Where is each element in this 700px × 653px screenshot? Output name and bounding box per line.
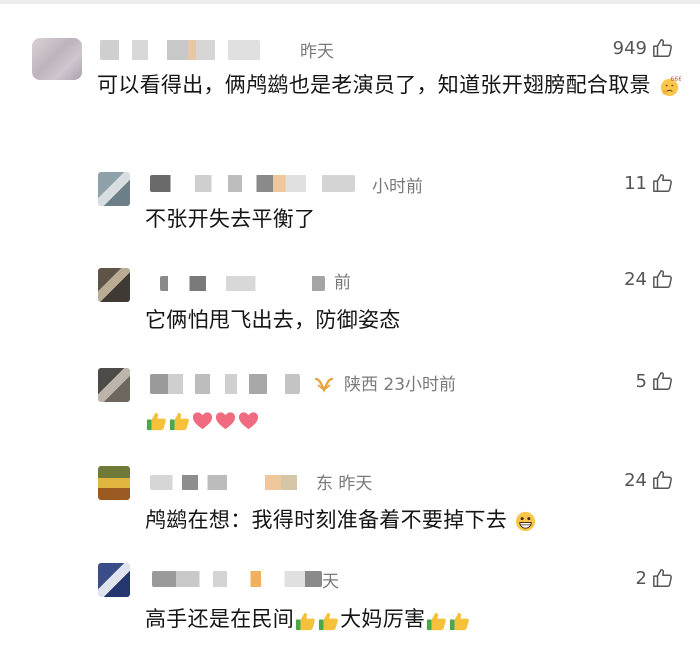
comment-time: 天 bbox=[322, 572, 339, 592]
thumbs-up-emoji bbox=[296, 612, 315, 630]
like-button[interactable]: 2 bbox=[636, 567, 674, 589]
heart-emoji bbox=[238, 411, 259, 429]
comment-time: 东 昨天 bbox=[316, 474, 373, 494]
svg-text:666: 666 bbox=[670, 76, 681, 82]
avatar[interactable] bbox=[98, 563, 130, 597]
thumbs-up-icon bbox=[653, 270, 672, 288]
thumbs-up-icon bbox=[653, 39, 672, 57]
like-count: 24 bbox=[624, 469, 647, 491]
like-button[interactable]: 5 bbox=[636, 370, 674, 392]
grinning-face-emoji bbox=[516, 511, 536, 531]
heart-emoji bbox=[192, 411, 213, 429]
heart-emoji bbox=[215, 411, 236, 429]
like-button[interactable]: 24 bbox=[624, 469, 674, 491]
avatar[interactable] bbox=[98, 172, 130, 206]
thumbs-up-icon bbox=[653, 569, 672, 587]
username-blurred[interactable] bbox=[160, 276, 325, 291]
like-count: 5 bbox=[635, 370, 647, 392]
thumbs-up-emoji bbox=[146, 412, 166, 430]
comment-time: 陕西 23小时前 bbox=[314, 370, 456, 395]
username-blurred[interactable] bbox=[150, 374, 300, 394]
comment-time: 前 bbox=[334, 273, 351, 293]
like-count: 24 bbox=[624, 268, 647, 290]
like-button[interactable]: 949 bbox=[613, 37, 674, 59]
username-blurred[interactable] bbox=[100, 40, 260, 60]
avatar[interactable] bbox=[98, 368, 130, 402]
comment-time: 昨天 bbox=[300, 42, 334, 62]
thumbs-up-icon bbox=[653, 372, 672, 390]
username-blurred[interactable] bbox=[150, 475, 310, 490]
comment-text: 高手还是在民间 大妈厉害 bbox=[145, 602, 665, 636]
avatar[interactable] bbox=[98, 466, 130, 500]
like-button[interactable]: 11 bbox=[624, 172, 674, 194]
comment-text: 鸬鹚在想：我得时刻准备着不要掉下去 bbox=[145, 503, 665, 537]
top-divider bbox=[0, 0, 700, 4]
username-blurred[interactable] bbox=[150, 175, 355, 192]
thumbs-up-emoji bbox=[319, 612, 338, 630]
thumbs-up-icon bbox=[653, 174, 672, 192]
avatar[interactable] bbox=[98, 268, 130, 302]
thumbs-up-emoji bbox=[450, 612, 470, 630]
comment-text bbox=[145, 402, 665, 436]
like-button[interactable]: 24 bbox=[624, 268, 674, 290]
comment-time: 小时前 bbox=[372, 177, 423, 197]
comment-text: 可以看得出，俩鸬鹚也是老演员了，知道张开翅膀配合取景 666 bbox=[97, 68, 687, 102]
like-count: 11 bbox=[624, 172, 647, 194]
comment-text: 不张开失去平衡了 bbox=[145, 207, 316, 231]
like-count: 949 bbox=[612, 37, 647, 59]
like-count: 2 bbox=[635, 567, 647, 589]
thumbs-up-icon bbox=[653, 471, 672, 489]
username-blurred[interactable] bbox=[152, 571, 322, 587]
avatar[interactable] bbox=[32, 38, 82, 80]
thumbs-up-emoji bbox=[169, 412, 189, 430]
vip-wings-icon bbox=[314, 377, 334, 393]
thumbs-up-emoji bbox=[427, 612, 447, 630]
thinking-face-emoji: 666 bbox=[660, 76, 681, 96]
comment-text: 它俩怕甩飞出去，防御姿态 bbox=[145, 308, 401, 332]
